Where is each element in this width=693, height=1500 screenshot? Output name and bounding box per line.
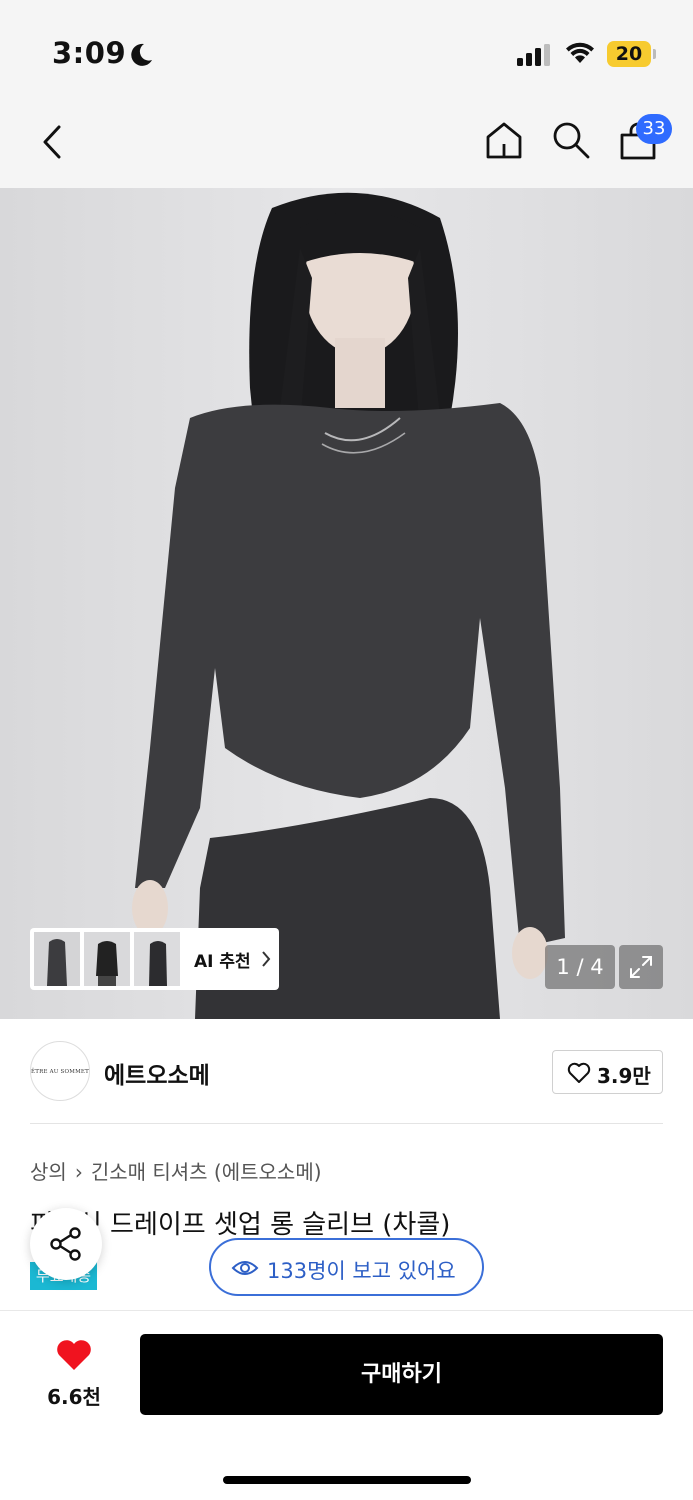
brand-like-count: 3.9만	[597, 1064, 651, 1088]
buy-button[interactable]: 구매하기	[140, 1334, 663, 1415]
share-icon	[50, 1227, 81, 1261]
moon-icon	[131, 43, 152, 66]
ai-recommend-label: AI 추천	[194, 951, 251, 972]
share-button[interactable]	[30, 1208, 102, 1280]
recommend-thumbnail	[34, 932, 80, 986]
wifi-icon	[566, 42, 594, 63]
battery-tip	[653, 49, 656, 59]
status-time: 3:09	[52, 36, 127, 70]
brand-name[interactable]: 에트오소메	[104, 1056, 210, 1090]
breadcrumb-main[interactable]: 상의	[30, 1160, 67, 1184]
back-arrow-icon[interactable]	[40, 124, 64, 160]
chevron-right-icon	[262, 951, 271, 967]
breadcrumb: 상의 › 긴소매 티셔츠 (에트오소메)	[30, 1156, 322, 1185]
viewers-pill: 133명이 보고 있어요	[209, 1238, 484, 1296]
wishlist-button[interactable]: 6.6천	[30, 1338, 118, 1409]
brand-logo[interactable]: ÊTRE AU SOMMET	[30, 1041, 90, 1101]
chevron-right-icon: ›	[74, 1160, 83, 1184]
status-bar: 3:09 20	[0, 0, 693, 96]
recommend-thumbnail	[134, 932, 180, 986]
expand-icon	[630, 956, 652, 978]
brand-row[interactable]: ÊTRE AU SOMMET 에트오소메 3.9만	[30, 1040, 663, 1102]
heart-outline-icon	[567, 1062, 591, 1083]
image-page-indicator: 1 / 4	[545, 945, 615, 989]
search-icon[interactable]	[551, 120, 591, 160]
cart-count-badge: 33	[636, 114, 672, 144]
model-photo	[0, 188, 693, 1019]
home-indicator[interactable]	[223, 1476, 471, 1484]
battery-level: 20	[607, 41, 651, 67]
wishlist-count: 6.6천	[47, 1385, 101, 1409]
bottom-bar-divider	[0, 1310, 693, 1311]
eye-icon	[231, 1261, 259, 1275]
brand-like-button[interactable]: 3.9만	[552, 1050, 663, 1094]
heart-filled-icon	[57, 1340, 91, 1370]
top-nav: 33	[0, 96, 693, 188]
expand-button[interactable]	[619, 945, 663, 989]
signal-icon	[517, 44, 550, 66]
recommend-thumbnail	[84, 932, 130, 986]
ai-recommend-button[interactable]: AI 추천	[30, 928, 279, 990]
home-icon[interactable]	[484, 120, 524, 160]
viewers-text: 133명이 보고 있어요	[267, 1259, 456, 1283]
divider	[30, 1123, 663, 1124]
breadcrumb-sub[interactable]: 긴소매 티셔츠 (에트오소메)	[91, 1160, 322, 1184]
product-image[interactable]	[0, 188, 693, 1019]
